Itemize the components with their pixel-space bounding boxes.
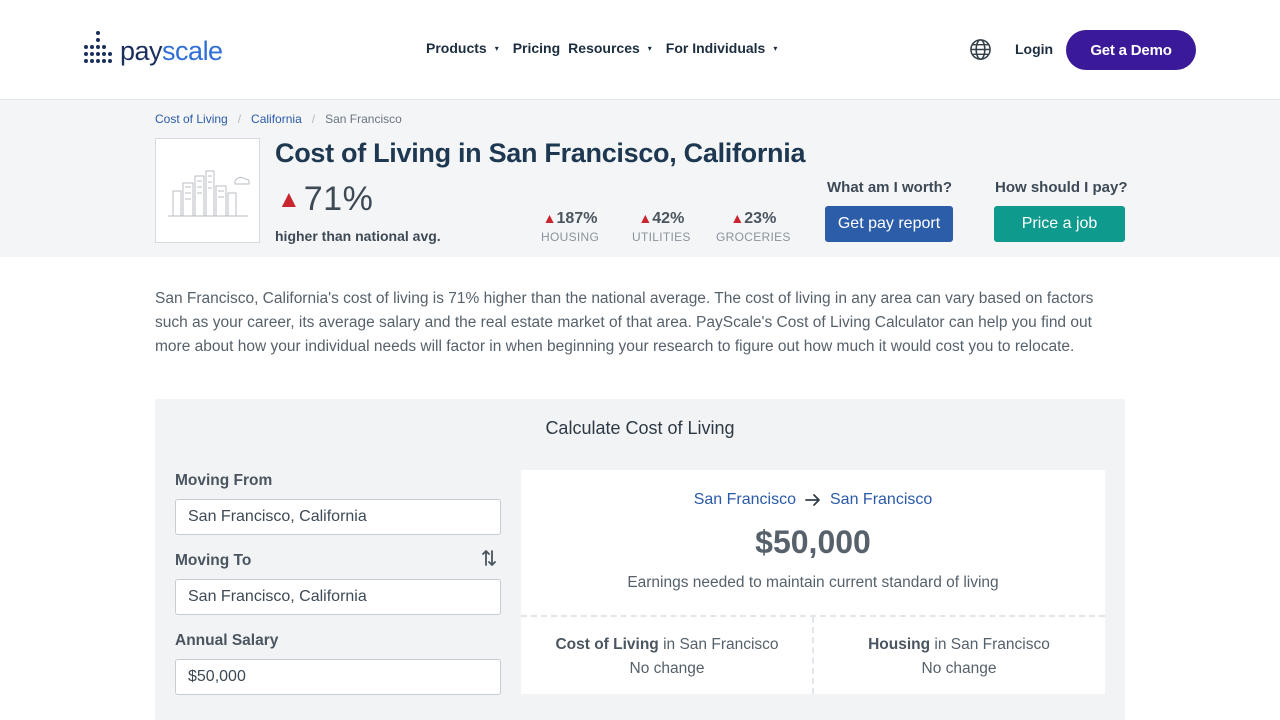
annual-salary-input[interactable]: $50,000 (175, 659, 501, 695)
up-arrow-icon: ▲ (730, 210, 745, 226)
intro-paragraph: San Francisco, California's cost of livi… (155, 290, 1094, 355)
hero-section: Cost of Living / California / San Franci… (0, 100, 1280, 257)
moving-to-label: Moving To (175, 552, 252, 569)
chevron-down-icon: ▾ (647, 43, 652, 53)
site-header: payscale Products ▾ Pricing Resources ▾ Fo… (0, 0, 1280, 100)
stat-utilities: ▲42% UTILITIES (632, 210, 691, 244)
nav-for-individuals[interactable]: For Individuals ▾ (666, 40, 792, 56)
chevron-down-icon: ▾ (773, 43, 778, 53)
cta-pay-label: How should I pay? (995, 179, 1128, 196)
chevron-down-icon: ▾ (494, 43, 499, 53)
up-arrow-icon: ▲ (638, 210, 653, 226)
breadcrumb-california[interactable]: California (251, 112, 302, 126)
globe-icon[interactable] (969, 38, 992, 61)
stat-housing: ▲187% HOUSING (541, 210, 600, 244)
arrow-right-icon (805, 494, 820, 506)
breadcrumb-cost-of-living[interactable]: Cost of Living (155, 112, 228, 126)
nav-resources[interactable]: Resources ▾ (568, 40, 666, 56)
city-skyline-image (155, 138, 260, 243)
annual-salary-label: Annual Salary (175, 632, 279, 649)
overall-caption: higher than national avg. (275, 228, 441, 244)
nav-pricing[interactable]: Pricing (513, 40, 560, 56)
result-route: San Francisco San Francisco (521, 491, 1105, 509)
logo-wordmark: payscale (120, 35, 223, 66)
payscale-logo[interactable]: payscale (84, 28, 223, 72)
up-arrow-icon: ▲ (277, 185, 301, 213)
result-from-city[interactable]: San Francisco (694, 491, 796, 509)
result-housing: Housing in San Francisco No change (868, 636, 1050, 677)
moving-to-input[interactable]: San Francisco, California (175, 579, 501, 615)
result-cost-of-living: Cost of Living in San Francisco No chang… (555, 636, 779, 677)
skyline-icon (167, 170, 250, 216)
main-nav: Products ▾ Pricing Resources ▾ For Individ… (426, 40, 791, 56)
price-a-job-button[interactable]: Price a job (994, 206, 1125, 242)
page-title: Cost of Living in San Francisco, Califor… (275, 138, 806, 168)
cost-of-living-calculator: Calculate Cost of Living Moving From San… (155, 399, 1125, 720)
get-a-demo-button[interactable]: Get a Demo (1066, 30, 1196, 70)
calculator-result-panel: San Francisco San Francisco $50,000 Earn… (521, 470, 1105, 694)
swap-locations-icon[interactable] (482, 549, 496, 567)
up-arrow-icon: ▲ (542, 210, 557, 226)
get-pay-report-button[interactable]: Get pay report (825, 206, 953, 242)
breadcrumb-current: San Francisco (325, 112, 402, 126)
overall-cost-difference: ▲ 71% (277, 180, 374, 218)
result-caption: Earnings needed to maintain current stan… (627, 574, 999, 591)
calculator-title: Calculate Cost of Living (545, 418, 735, 438)
cta-worth-label: What am I worth? (827, 179, 952, 196)
logo-dots-icon (84, 31, 114, 69)
result-to-city[interactable]: San Francisco (830, 491, 932, 509)
stat-groceries: ▲23% GROCERIES (716, 210, 791, 244)
result-amount: $50,000 (755, 524, 871, 560)
moving-from-label: Moving From (175, 472, 273, 489)
moving-from-input[interactable]: San Francisco, California (175, 499, 501, 535)
nav-products[interactable]: Products ▾ (426, 40, 513, 56)
login-link[interactable]: Login (1015, 41, 1053, 57)
breadcrumb: Cost of Living / California / San Franci… (155, 112, 402, 126)
